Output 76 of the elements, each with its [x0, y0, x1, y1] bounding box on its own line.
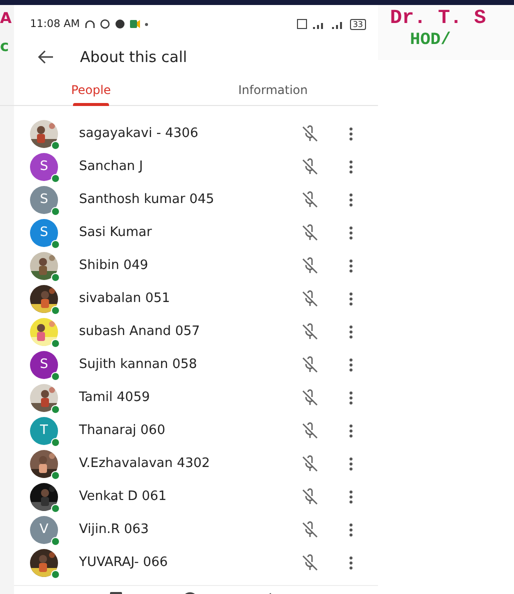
back-arrow-icon[interactable] — [38, 50, 54, 64]
muted-mic-icon[interactable] — [301, 256, 319, 274]
more-options-icon[interactable] — [349, 390, 353, 404]
online-dot — [51, 504, 60, 512]
muted-mic-icon[interactable] — [301, 388, 319, 406]
online-dot — [51, 338, 60, 348]
battery-level: 33 — [350, 18, 366, 30]
online-dot — [51, 570, 60, 578]
muted-mic-icon[interactable] — [301, 454, 319, 472]
muted-mic-icon[interactable] — [301, 554, 319, 572]
more-options-icon[interactable] — [349, 358, 353, 372]
online-dot — [51, 140, 60, 150]
more-options-icon[interactable] — [349, 324, 353, 338]
avatar: S — [30, 350, 58, 378]
participant-name: Thanaraj 060 — [79, 423, 166, 438]
more-options-icon[interactable] — [349, 160, 353, 174]
muted-mic-icon[interactable] — [301, 290, 319, 308]
online-dot — [51, 536, 60, 546]
online-dot — [51, 438, 60, 446]
muted-mic-icon[interactable] — [301, 158, 319, 176]
page-title: About this call — [80, 48, 188, 66]
online-dot — [51, 372, 60, 380]
participant-name: V.Ezhavalavan 4302 — [79, 456, 211, 471]
tab[interactable]: Information — [182, 75, 364, 105]
more-options-icon[interactable] — [349, 292, 353, 306]
more-options-icon[interactable] — [349, 556, 353, 570]
participant-name: sagayakavi - 4306 — [79, 126, 200, 141]
participant-name: Tamil 4059 — [79, 390, 151, 405]
online-dot — [51, 306, 60, 314]
muted-mic-icon[interactable] — [301, 488, 319, 506]
avatar: T — [30, 416, 58, 444]
participant-name: Venkat D 061 — [79, 489, 168, 504]
online-dot — [51, 470, 60, 480]
banner-text: c — [0, 37, 10, 55]
more-options-icon[interactable] — [349, 490, 353, 504]
avatar: S — [30, 218, 58, 246]
participant-name: subash Anand 057 — [79, 324, 201, 339]
clock: 11:08 AM — [30, 18, 80, 30]
participant-name: Shibin 049 — [79, 258, 150, 273]
online-dot — [51, 272, 60, 282]
banner-text: Dr. T. S — [390, 8, 488, 30]
more-options-icon[interactable] — [349, 258, 353, 272]
participant-name: sivabalan 051 — [79, 291, 172, 306]
participant-name: YUVARAJ- 066 — [79, 555, 169, 570]
banner-text: A — [0, 9, 13, 27]
muted-mic-icon[interactable] — [301, 322, 319, 340]
avatar: V — [30, 516, 58, 544]
more-options-icon[interactable] — [349, 226, 353, 240]
more-options-icon[interactable] — [349, 522, 353, 536]
online-dot — [51, 404, 60, 414]
muted-mic-icon[interactable] — [301, 124, 319, 142]
dot-icon — [144, 22, 148, 26]
online-dot — [51, 174, 60, 182]
more-options-icon[interactable] — [349, 456, 353, 470]
more-options-icon[interactable] — [349, 192, 353, 206]
muted-mic-icon[interactable] — [301, 356, 319, 374]
participant-name: Sanchan J — [79, 159, 144, 174]
participant-name: Santhosh kumar 045 — [79, 192, 216, 207]
avatar: S — [30, 152, 58, 180]
more-options-icon[interactable] — [349, 424, 353, 438]
headphones-icon — [84, 20, 95, 28]
online-dot — [51, 240, 60, 248]
muted-mic-icon[interactable] — [301, 422, 319, 440]
participant-name: Sujith kannan 058 — [79, 357, 198, 372]
video-call-icon — [130, 20, 140, 28]
more-options-icon[interactable] — [349, 126, 353, 140]
avatar: S — [30, 186, 58, 214]
tab[interactable]: People — [0, 75, 182, 105]
online-dot — [51, 206, 60, 216]
signal-icon — [330, 20, 345, 28]
banner-text: HOD/ — [409, 30, 452, 52]
muted-mic-icon[interactable] — [301, 190, 319, 208]
muted-mic-icon[interactable] — [301, 224, 319, 242]
participant-name: Vijin.R 063 — [79, 522, 150, 537]
participant-name: Sasi Kumar — [79, 225, 153, 240]
muted-mic-icon[interactable] — [301, 520, 319, 538]
